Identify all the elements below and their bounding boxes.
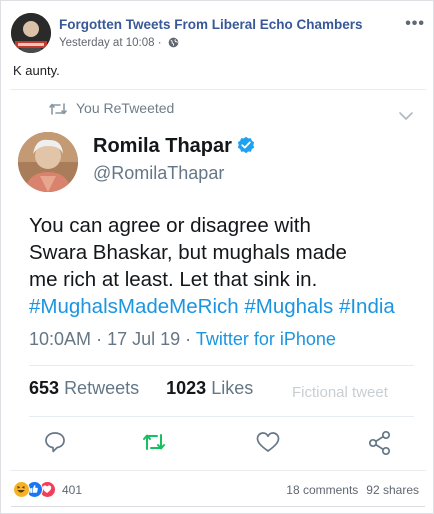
tweet-author-avatar[interactable]: [18, 132, 78, 192]
fictional-watermark: Fictional tweet: [292, 384, 388, 401]
author-name-text: Romila Thapar: [93, 135, 232, 157]
reply-icon[interactable]: [43, 430, 67, 459]
post-header: Forgotten Tweets From Liberal Echo Chamb…: [11, 13, 425, 53]
share-icon[interactable]: [367, 430, 393, 461]
tweet-actions: [10, 430, 426, 460]
tweet-source-link[interactable]: Twitter for iPhone: [196, 329, 336, 349]
retweet-count: 653: [29, 378, 60, 398]
like-stat[interactable]: 1023 Likes: [166, 378, 253, 398]
post-meta: Yesterday at 10:08 ·: [59, 37, 179, 51]
tweet-time: 10:0AM: [29, 329, 92, 349]
haha-reaction-icon: [13, 481, 30, 499]
tweet-hashtags: #MughalsMadeMeRich #Mughals #India: [29, 293, 424, 320]
hashtag-link[interactable]: #Mughals: [244, 295, 333, 318]
like-count: 1023: [166, 378, 207, 398]
retweet-stat[interactable]: 653 Retweets: [29, 378, 139, 398]
tweet-body: You can agree or disagree with Swara Bha…: [29, 212, 424, 320]
like-stat-label: Likes: [211, 378, 254, 398]
divider: [29, 365, 414, 366]
footer-divider: [11, 506, 425, 507]
tweet-dot: ·: [185, 329, 192, 349]
tweet-line: Swara Bhaskar, but mughals made: [29, 241, 347, 264]
globe-icon: [168, 37, 179, 51]
tweet-screenshot[interactable]: You ReTweeted Romila Thapar @RomilaThapa…: [10, 89, 426, 471]
tweet-timestamp: 10:0AM · 17 Jul 19 · Twitter for iPhone: [29, 329, 336, 350]
retweet-action-icon[interactable]: [141, 430, 167, 459]
page-avatar[interactable]: [11, 13, 51, 53]
page-name-link[interactable]: Forgotten Tweets From Liberal Echo Chamb…: [59, 17, 363, 32]
heart-icon[interactable]: [255, 430, 281, 459]
meta-separator: ·: [157, 37, 162, 49]
facebook-post: Forgotten Tweets From Liberal Echo Chamb…: [0, 0, 434, 514]
more-options-button[interactable]: •••: [405, 15, 425, 33]
verified-badge-icon: [237, 136, 255, 160]
comments-count-link[interactable]: 18 comments: [286, 483, 358, 497]
retweet-icon: [49, 103, 67, 115]
tweet-author-name[interactable]: Romila Thapar: [93, 135, 255, 160]
tweet-stats: 653 Retweets 1023 Likes: [29, 378, 275, 399]
reactions-summary[interactable]: 401: [13, 481, 82, 499]
shares-count-link[interactable]: 92 shares: [366, 483, 419, 497]
tweet-date: 17 Jul 19: [107, 329, 181, 349]
retweet-stat-label: Retweets: [64, 378, 140, 398]
post-caption: K aunty.: [13, 63, 60, 78]
hashtag-link[interactable]: #India: [339, 295, 395, 318]
engagement-counts: 18 comments 92 shares: [286, 483, 419, 497]
divider: [29, 416, 414, 417]
post-timestamp[interactable]: Yesterday at 10:08: [59, 37, 154, 49]
chevron-down-icon[interactable]: [398, 108, 414, 126]
post-footer: 401 18 comments 92 shares: [13, 479, 423, 501]
tweet-author-handle[interactable]: @RomilaThapar: [93, 163, 224, 184]
reaction-count: 401: [62, 482, 83, 497]
hashtag-link[interactable]: #MughalsMadeMeRich: [29, 295, 239, 318]
tweet-dot: ·: [96, 329, 103, 349]
tweet-line: You can agree or disagree with: [29, 214, 311, 237]
tweet-line: me rich at least. Let that sink in.: [29, 268, 318, 291]
retweet-label: You ReTweeted: [76, 100, 175, 116]
retweet-context: You ReTweeted: [48, 100, 174, 116]
